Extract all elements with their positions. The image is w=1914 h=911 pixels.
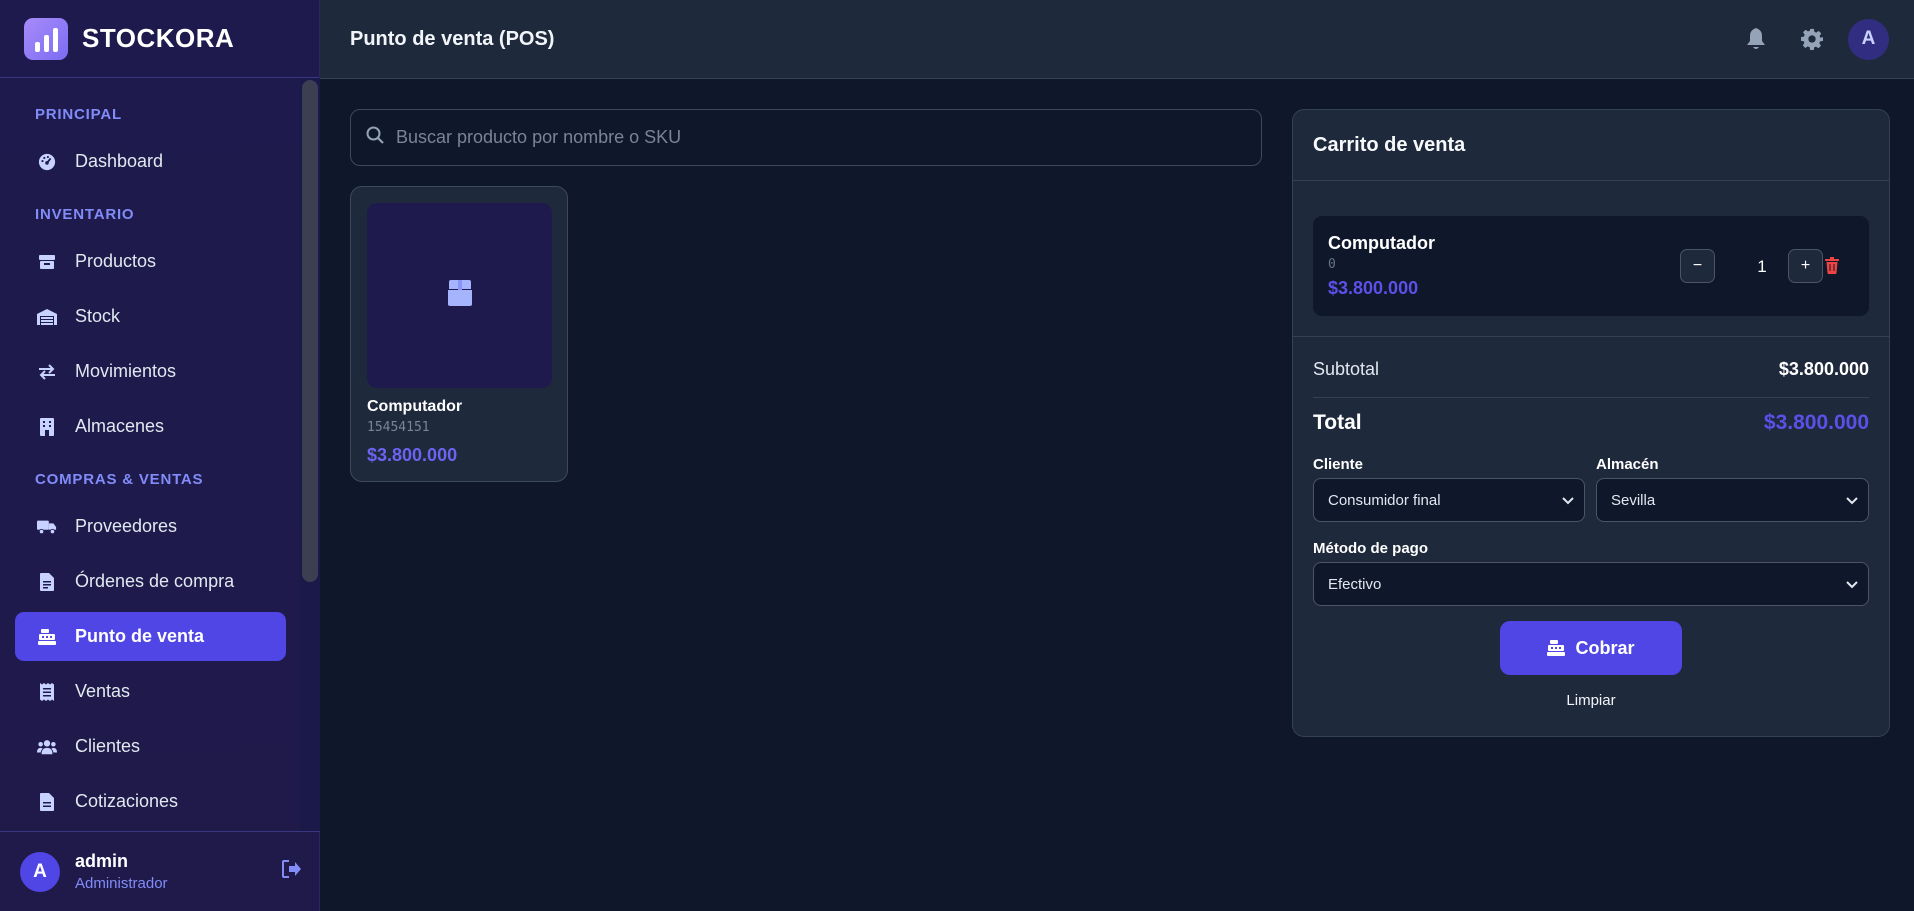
- product-search: [350, 109, 1262, 166]
- metodo-pago-value: Efectivo: [1328, 575, 1382, 593]
- sidebar-item-productos[interactable]: Productos: [15, 237, 286, 286]
- product-sku: 15454151: [367, 420, 430, 435]
- top-header: Punto de venta (POS) A: [320, 0, 1914, 79]
- sidebar-item-cotizaciones[interactable]: Cotizaciones: [15, 777, 286, 826]
- chevron-down-icon: [1846, 493, 1858, 511]
- user-info: admin Administrador: [75, 851, 168, 892]
- box-icon: [37, 252, 57, 272]
- totals-divider: [1313, 397, 1869, 398]
- chevron-down-icon: [1846, 577, 1858, 595]
- sidebar-item-label: Ventas: [75, 681, 131, 701]
- limpiar-button[interactable]: Limpiar: [1293, 692, 1889, 709]
- sidebar-item-dashboard[interactable]: Dashboard: [15, 137, 286, 186]
- file-lines-icon: [37, 792, 57, 812]
- sidebar-item-proveedores[interactable]: Proveedores: [15, 502, 286, 551]
- user-role: Administrador: [75, 875, 168, 892]
- cart-title: Carrito de venta: [1293, 110, 1889, 181]
- truck-icon: [37, 517, 57, 537]
- box-icon: [446, 279, 474, 312]
- sidebar-item-label: Almacenes: [75, 416, 165, 436]
- subtotal-value: $3.800.000: [1778, 359, 1869, 379]
- increase-qty-button[interactable]: +: [1788, 249, 1823, 283]
- chevron-down-icon: [1562, 493, 1574, 511]
- sidebar-nav: PRINCIPAL Dashboard INVENTARIO Productos…: [0, 78, 300, 831]
- receipt-icon: [37, 682, 57, 702]
- sidebar-item-label: Productos: [75, 251, 157, 271]
- arrows-exchange-icon: [37, 362, 57, 382]
- product-name: Computador: [367, 398, 463, 415]
- sidebar-scrollbar[interactable]: [300, 78, 320, 831]
- product-image: [367, 203, 552, 388]
- trash-icon[interactable]: [1825, 257, 1839, 279]
- almacen-select[interactable]: Sevilla: [1596, 478, 1869, 522]
- user-name: admin: [75, 851, 129, 871]
- sidebar-item-label: Punto de venta: [75, 626, 205, 646]
- sidebar-item-label: Órdenes de compra: [75, 571, 235, 591]
- sidebar-item-almacenes[interactable]: Almacenes: [15, 402, 286, 451]
- total-value: $3.800.000: [1763, 411, 1869, 434]
- cliente-label: Cliente: [1313, 456, 1364, 473]
- sidebar: STOCKORA PRINCIPAL Dashboard INVENTARIO …: [0, 0, 320, 911]
- subtotal-row: Subtotal $3.800.000: [1313, 359, 1869, 380]
- sidebar-item-label: Clientes: [75, 736, 141, 756]
- user-profile: A admin Administrador: [0, 831, 320, 911]
- almacen-label: Almacén: [1596, 456, 1659, 473]
- almacen-select-value: Sevilla: [1611, 491, 1656, 509]
- sidebar-item-stock[interactable]: Stock: [15, 292, 286, 341]
- sidebar-item-ventas[interactable]: Ventas: [15, 667, 286, 716]
- subtotal-label: Subtotal: [1313, 359, 1380, 379]
- building-icon: [37, 417, 57, 437]
- pago-label: Método de pago: [1313, 540, 1428, 557]
- avatar[interactable]: A: [20, 851, 60, 892]
- page-title: Punto de venta (POS): [350, 27, 555, 50]
- cart-item-name: Computador: [1328, 233, 1435, 253]
- cliente-select[interactable]: Consumidor final: [1313, 478, 1585, 522]
- search-input[interactable]: [396, 127, 1246, 148]
- metodo-pago-select[interactable]: Efectivo: [1313, 562, 1869, 606]
- brand[interactable]: STOCKORA: [0, 0, 319, 78]
- header-actions: A: [1728, 18, 1889, 60]
- cliente-select-value: Consumidor final: [1328, 491, 1441, 509]
- cart-divider: [1293, 336, 1889, 337]
- warehouse-icon: [37, 307, 57, 327]
- sidebar-item-label: Dashboard: [75, 151, 164, 171]
- users-icon: [37, 737, 57, 757]
- sidebar-item-label: Cotizaciones: [75, 791, 179, 811]
- total-label: Total: [1313, 411, 1362, 434]
- cart-panel: Carrito de venta Computador 0 $3.800.000…: [1292, 109, 1890, 737]
- header-avatar[interactable]: A: [1848, 18, 1889, 60]
- cash-register-icon: [1547, 640, 1566, 656]
- section-title-principal: PRINCIPAL: [35, 106, 122, 123]
- cart-item-sku: 0: [1328, 257, 1336, 272]
- brand-name: STOCKORA: [82, 23, 235, 53]
- bell-icon[interactable]: [1728, 18, 1784, 60]
- sidebar-item-clientes[interactable]: Clientes: [15, 722, 286, 771]
- cart-item: Computador 0 $3.800.000 − 1 +: [1313, 216, 1869, 316]
- search-icon: [366, 126, 384, 149]
- cart-item-price: $3.800.000: [1328, 278, 1419, 298]
- file-invoice-icon: [37, 572, 57, 592]
- sidebar-item-movimientos[interactable]: Movimientos: [15, 347, 286, 396]
- section-title-inventario: INVENTARIO: [35, 206, 135, 223]
- cobrar-label: Cobrar: [1575, 637, 1635, 658]
- product-card[interactable]: Computador 15454151 $3.800.000: [350, 186, 568, 482]
- total-row: Total $3.800.000: [1313, 411, 1869, 435]
- sidebar-item-punto-de-venta[interactable]: Punto de venta: [15, 612, 286, 661]
- sidebar-item-label: Stock: [75, 306, 121, 326]
- sidebar-item-label: Proveedores: [75, 516, 178, 536]
- gauge-icon: [37, 152, 57, 172]
- cash-register-icon: [37, 627, 57, 647]
- cart-item-quantity: 1: [1757, 257, 1767, 276]
- gear-icon[interactable]: [1784, 18, 1840, 60]
- product-price: $3.800.000: [367, 445, 458, 465]
- sidebar-scrollbar-thumb[interactable]: [302, 80, 318, 582]
- cobrar-button[interactable]: Cobrar: [1500, 621, 1682, 675]
- logout-icon[interactable]: [282, 860, 302, 883]
- decrease-qty-button[interactable]: −: [1680, 249, 1715, 283]
- sidebar-item-ordenes-compra[interactable]: Órdenes de compra: [15, 557, 286, 606]
- chart-logo-icon: [24, 17, 68, 60]
- sidebar-item-label: Movimientos: [75, 361, 177, 381]
- section-title-compras-ventas: COMPRAS & VENTAS: [35, 471, 204, 488]
